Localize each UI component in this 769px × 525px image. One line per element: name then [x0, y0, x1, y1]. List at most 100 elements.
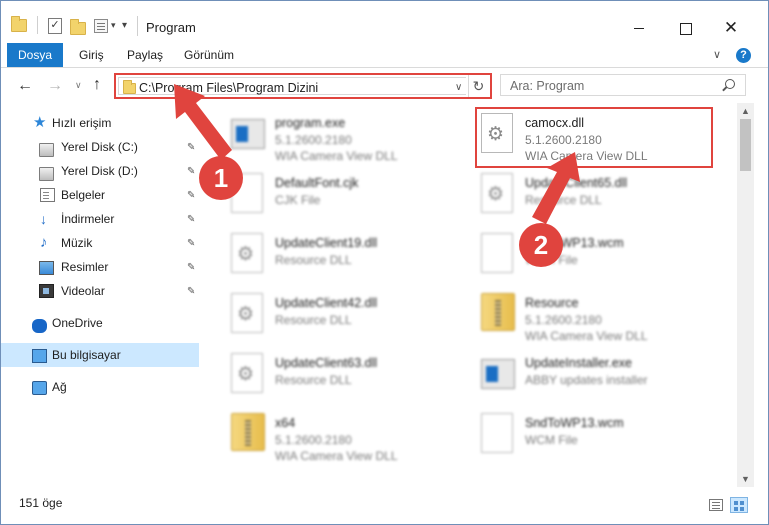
- window-title: Program: [146, 20, 196, 35]
- toolbar-divider: [37, 16, 38, 34]
- maximize-button[interactable]: [662, 13, 708, 43]
- documents-icon: [40, 188, 55, 202]
- file-item[interactable]: UpdateClient42.dll Resource DLL: [227, 289, 467, 349]
- close-button[interactable]: ✕: [708, 13, 754, 43]
- sidebar-item-label: Belgeler: [61, 188, 106, 202]
- file-name: UpdateClient42.dll: [275, 296, 378, 310]
- file-name: SndToWP13.wcm: [525, 416, 624, 430]
- ribbon-expand-icon[interactable]: ∨: [713, 48, 721, 61]
- sidebar-item-label: İndirmeler: [61, 212, 115, 226]
- videos-icon: [39, 284, 54, 298]
- title-bar: ✓ ▾ ▾ Program ✕: [1, 1, 768, 41]
- pin-icon[interactable]: ✎: [187, 208, 195, 232]
- drive-icon: [39, 143, 54, 157]
- file-detail: WIA Camera View DLL: [275, 149, 398, 163]
- navigation-pane: ★ Hızlı erişim Yerel Disk (C:) ✎ Yerel D…: [1, 105, 201, 485]
- details-view-icon[interactable]: [709, 499, 723, 511]
- sidebar-item-local-disk-d[interactable]: Yerel Disk (D:) ✎: [1, 159, 199, 183]
- file-item[interactable]: Resource 5.1.2600.2180 WIA Camera View D…: [477, 289, 717, 349]
- onedrive-icon: [32, 319, 47, 333]
- new-folder-icon[interactable]: [70, 19, 86, 35]
- sidebar-item-quick-access[interactable]: ★ Hızlı erişim: [1, 111, 199, 135]
- item-count: 151 öge: [19, 496, 63, 510]
- sidebar-item-label: Yerel Disk (C:): [61, 140, 138, 154]
- folder-icon: [11, 16, 27, 33]
- scroll-thumb[interactable]: [740, 119, 751, 171]
- sidebar-item-this-pc[interactable]: Bu bilgisayar: [1, 343, 199, 367]
- sidebar-item-downloads[interactable]: ↓ İndirmeler ✎: [1, 207, 199, 231]
- file-name: program.exe: [275, 116, 346, 130]
- file-item[interactable]: UpdateInstaller.exe ABBY updates install…: [477, 349, 717, 409]
- file-detail: 5.1.2600.2180: [275, 133, 352, 147]
- tab-share[interactable]: Paylaş: [117, 43, 173, 67]
- pc-icon: [32, 349, 47, 363]
- address-path[interactable]: C:\Program Files\Program Dizini: [139, 81, 318, 95]
- file-list: program.exe 5.1.2600.2180 WIA Camera Vie…: [203, 103, 736, 487]
- search-icon[interactable]: [725, 79, 735, 89]
- file-item[interactable]: DefaultFont.cjk CJK File: [227, 169, 467, 229]
- file-name: DefaultFont.cjk: [275, 176, 359, 190]
- drive-icon: [39, 167, 54, 181]
- up-button[interactable]: ↑: [93, 76, 101, 94]
- file-item[interactable]: program.exe 5.1.2600.2180 WIA Camera Vie…: [227, 109, 467, 169]
- file-icon: [481, 233, 517, 277]
- dll-file-icon: [231, 233, 267, 277]
- dll-file-icon: [231, 353, 267, 397]
- sidebar-item-network[interactable]: Ağ: [1, 375, 199, 399]
- minimize-button[interactable]: [616, 13, 662, 43]
- star-icon: ★: [33, 114, 47, 131]
- file-item[interactable]: x64 5.1.2600.2180 WIA Camera View DLL: [227, 409, 467, 469]
- properties-icon[interactable]: [94, 19, 108, 33]
- refresh-button[interactable]: ↻: [468, 75, 488, 97]
- sidebar-item-pictures[interactable]: Resimler ✎: [1, 255, 199, 279]
- sidebar-item-local-disk-c[interactable]: Yerel Disk (C:) ✎: [1, 135, 199, 159]
- file-name: UpdateClient63.dll: [275, 356, 378, 370]
- file-detail: 5.1.2600.2180: [525, 313, 602, 327]
- properties-dropdown-icon[interactable]: ▾: [111, 20, 116, 31]
- sidebar-item-onedrive[interactable]: OneDrive: [1, 311, 199, 335]
- file-item[interactable]: UpdateClient65.dll Resource DLL: [477, 169, 717, 229]
- file-name: UpdateClient65.dll: [525, 176, 628, 190]
- vertical-scrollbar[interactable]: ▲ ▼: [737, 103, 754, 487]
- file-item[interactable]: SndToWP13.wcm WCM File: [477, 409, 717, 469]
- recent-locations-button[interactable]: ∨: [75, 80, 82, 91]
- properties-check-icon[interactable]: ✓: [48, 18, 62, 34]
- sidebar-item-label: Ağ: [52, 380, 67, 394]
- pin-icon[interactable]: ✎: [187, 184, 195, 208]
- file-name: UpdateClient19.dll: [275, 236, 378, 250]
- pin-icon[interactable]: ✎: [187, 232, 195, 256]
- file-item[interactable]: SndToWP13.wcm WCM File: [477, 229, 717, 289]
- address-bar[interactable]: C:\Program Files\Program Dizini ∨: [118, 77, 466, 95]
- pin-icon[interactable]: ✎: [187, 280, 195, 304]
- back-button[interactable]: ←: [17, 77, 33, 95]
- sidebar-item-videos[interactable]: Videolar ✎: [1, 279, 199, 303]
- sidebar-item-label: Resimler: [61, 260, 109, 274]
- sidebar-item-label: Bu bilgisayar: [52, 348, 121, 362]
- file-item[interactable]: UpdateClient19.dll Resource DLL: [227, 229, 467, 289]
- network-icon: [32, 381, 47, 395]
- download-icon: ↓: [40, 211, 47, 227]
- quick-access-dropdown[interactable]: ▾: [122, 20, 127, 31]
- tab-file[interactable]: Dosya: [7, 43, 63, 67]
- address-bar-highlight: C:\Program Files\Program Dizini ∨ ↻: [114, 73, 492, 99]
- sidebar-item-documents[interactable]: Belgeler ✎: [1, 183, 199, 207]
- sidebar-item-label: Hızlı erişim: [52, 116, 112, 130]
- forward-button[interactable]: →: [47, 77, 63, 95]
- large-icons-view-icon[interactable]: [730, 497, 748, 513]
- scroll-up-icon[interactable]: ▲: [741, 106, 750, 116]
- tab-view[interactable]: Görünüm: [174, 43, 244, 67]
- scroll-down-icon[interactable]: ▼: [741, 474, 750, 484]
- sidebar-item-music[interactable]: ♪ Müzik ✎: [1, 231, 199, 255]
- pin-icon[interactable]: ✎: [187, 256, 195, 280]
- file-item[interactable]: UpdateClient63.dll Resource DLL: [227, 349, 467, 409]
- ribbon-divider: [1, 67, 768, 68]
- address-dropdown-icon[interactable]: ∨: [455, 82, 462, 93]
- search-input[interactable]: Ara: Program: [510, 79, 584, 93]
- help-icon[interactable]: ?: [736, 48, 751, 63]
- pin-icon[interactable]: ✎: [187, 136, 195, 160]
- search-box[interactable]: Ara: Program: [500, 74, 746, 96]
- sidebar-item-label: OneDrive: [52, 316, 103, 330]
- file-detail: CJK File: [275, 193, 321, 207]
- pin-icon[interactable]: ✎: [187, 160, 195, 184]
- tab-home[interactable]: Giriş: [69, 43, 114, 67]
